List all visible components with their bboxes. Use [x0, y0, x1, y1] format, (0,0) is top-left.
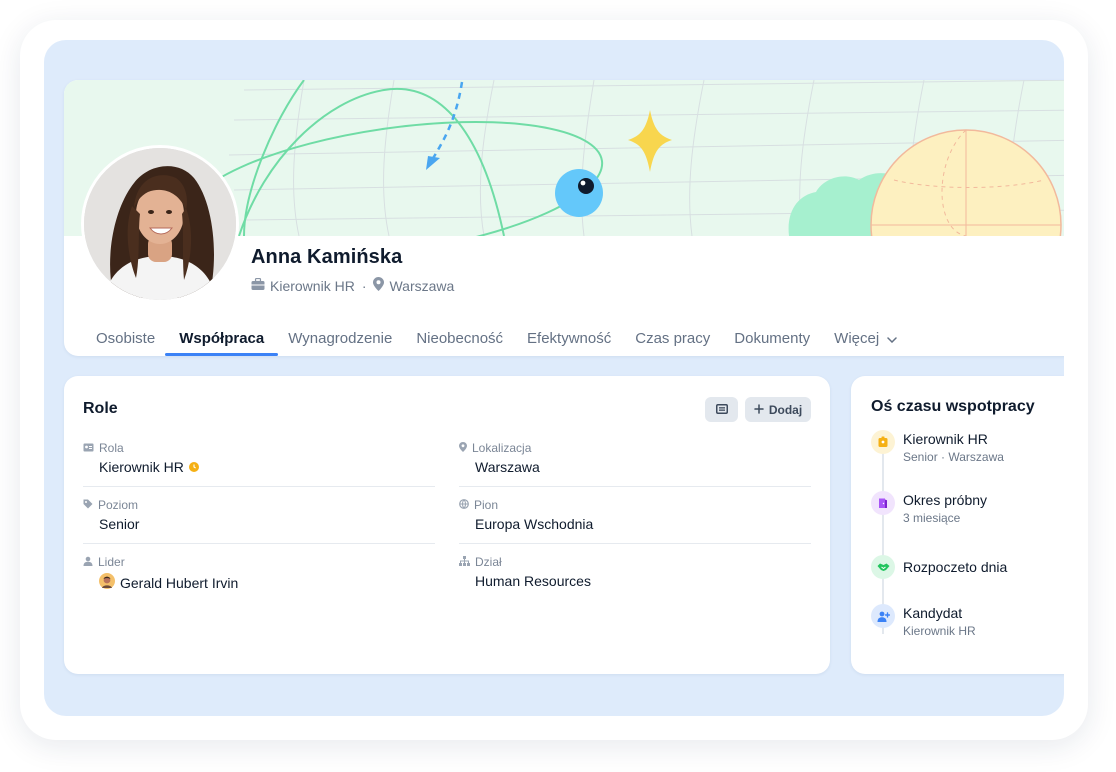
tab-dokumenty[interactable]: Dokumenty — [722, 328, 822, 356]
field-lider: Lider Gerald Hubert Irvin — [83, 555, 435, 592]
leader-avatar — [99, 573, 115, 592]
tab-osobiste[interactable]: Osobiste — [84, 328, 167, 356]
roles-card: Role Dodaj Rola Kierownik HR Lokalizacja… — [64, 376, 830, 674]
field-lider-value[interactable]: Gerald Hubert Irvin — [120, 575, 238, 591]
person-icon — [83, 555, 93, 569]
tab-wspolpraca[interactable]: Współpraca — [165, 328, 279, 356]
timeline-item-title: Kierownik HR — [903, 431, 988, 447]
divider — [83, 543, 435, 544]
briefcase-icon — [251, 277, 265, 294]
field-pion: Pion Europa Wschodnia — [459, 498, 811, 532]
profile-position: Kierownik HR — [270, 277, 355, 294]
field-pion-label: Pion — [474, 498, 499, 512]
layout-toggle-button[interactable] — [705, 397, 738, 422]
tag-icon — [83, 498, 93, 512]
field-lokalizacja-label: Lokalizacja — [472, 441, 532, 455]
timeline-item-title: Rozpoczeto dnia — [903, 559, 1008, 575]
timeline-item-subtitle: 3 miesiące — [903, 511, 961, 525]
tab-czas-pracy[interactable]: Czas pracy — [623, 328, 722, 356]
profile-tabs: Osobiste Współpraca Wynagrodzenie Nieobe… — [84, 328, 909, 356]
field-dzial-label: Dział — [475, 555, 502, 569]
divider — [83, 486, 435, 487]
org-chart-icon — [459, 555, 470, 569]
field-poziom-label: Poziom — [98, 498, 139, 512]
badge-icon — [871, 430, 895, 454]
field-rola-value: Kierownik HR — [99, 459, 184, 475]
profile-location: Warszawa — [389, 277, 455, 294]
tab-wiecej-label: Więcej — [834, 330, 880, 347]
timeline-item-subtitle: Kierownik HR — [903, 624, 976, 638]
field-poziom-value: Senior — [99, 516, 140, 532]
profile-name: Anna Kamińska — [251, 246, 403, 268]
timeline-card: Oś czasu wspotpracy Kierownik HR Senior … — [851, 376, 1064, 674]
id-card-icon — [83, 441, 94, 455]
plus-icon — [754, 403, 764, 417]
profile-avatar — [84, 148, 236, 300]
profile-card: Anna Kamińska Kierownik HR · Warszawa Os… — [64, 80, 1064, 356]
field-rola-label: Rola — [99, 441, 124, 455]
profile-meta: Kierownik HR · Warszawa — [251, 277, 454, 294]
field-lider-label: Lider — [98, 555, 125, 569]
tab-wynagrodzenie[interactable]: Wynagrodzenie — [276, 328, 404, 356]
location-pin-icon — [459, 441, 467, 455]
divider — [459, 543, 811, 544]
field-lokalizacja-value: Warszawa — [475, 459, 540, 475]
roles-title: Role — [83, 400, 118, 417]
user-plus-icon — [871, 604, 895, 628]
app-stage: Anna Kamińska Kierownik HR · Warszawa Os… — [44, 40, 1064, 716]
avatar-portrait — [84, 148, 236, 300]
clock-icon — [188, 459, 199, 475]
field-pion-value: Europa Wschodnia — [475, 516, 594, 532]
location-pin-icon — [373, 277, 385, 294]
divider — [459, 486, 811, 487]
timeline-item-title: Kandydat — [903, 605, 963, 621]
tab-efektywnosc[interactable]: Efektywność — [515, 328, 623, 356]
timeline-item-subtitle: Senior · Warszawa — [903, 450, 1004, 464]
add-role-button[interactable]: Dodaj — [745, 397, 811, 422]
field-lokalizacja: Lokalizacja Warszawa — [459, 441, 811, 475]
add-role-label: Dodaj — [768, 402, 803, 417]
field-dzial-value: Human Resources — [475, 573, 591, 589]
field-poziom: Poziom Senior — [83, 498, 435, 532]
timeline-item-title: Okres próbny — [903, 492, 988, 508]
meta-separator: · — [361, 277, 367, 294]
handshake-icon — [871, 555, 895, 579]
field-dzial: Dział Human Resources — [459, 555, 811, 589]
layout-icon — [715, 401, 728, 419]
globe-icon — [459, 498, 469, 512]
chevron-down-icon — [887, 329, 897, 351]
door-icon — [871, 491, 895, 515]
tab-nieobecnosc[interactable]: Nieobecność — [404, 328, 515, 356]
field-rola: Rola Kierownik HR — [83, 441, 435, 475]
timeline-title: Oś czasu wspotpracy — [871, 398, 1035, 415]
tab-wiecej[interactable]: Więcej — [822, 328, 909, 356]
